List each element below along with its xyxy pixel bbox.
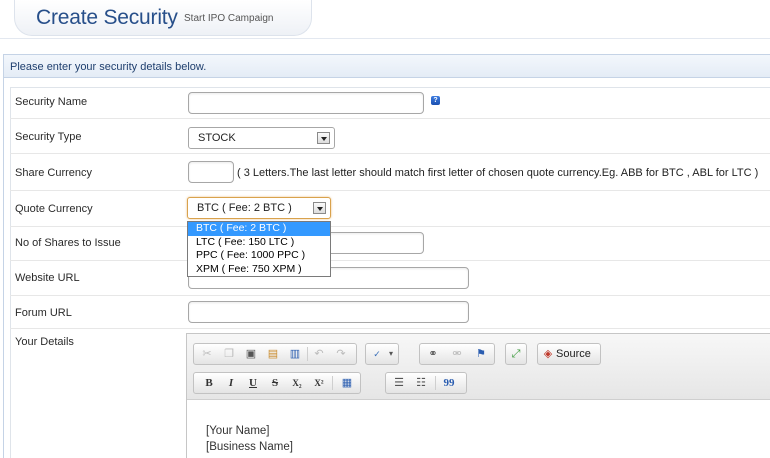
share-currency-input[interactable]	[188, 161, 234, 183]
toolbar-divider	[332, 376, 333, 390]
security-name-label: Security Name	[15, 96, 88, 108]
clipboard-group: ✂ ❐ ▣ ▤ ▥ ↶ ↷	[193, 343, 357, 365]
list-group: ☰ ☷ 99	[385, 372, 467, 394]
instruction-text: Please enter your security details below…	[4, 55, 770, 78]
strike-icon[interactable]: S	[268, 376, 282, 390]
share-currency-hint: ( 3 Letters.The last letter should match…	[237, 167, 759, 179]
redo-icon[interactable]: ↷	[334, 347, 348, 361]
underline-icon[interactable]: U	[246, 376, 260, 390]
quote-currency-value: BTC ( Fee: 2 BTC )	[197, 202, 292, 214]
bulleted-list-icon[interactable]: ☷	[414, 376, 428, 390]
remove-format-icon[interactable]: ▦	[340, 376, 354, 390]
row-website-url: Website URL	[10, 261, 770, 296]
row-quote-currency: Quote Currency	[10, 191, 770, 227]
page-title: Create Security	[36, 6, 178, 29]
maximize-group: ⤢	[505, 343, 527, 365]
quote-currency-label: Quote Currency	[15, 203, 93, 215]
help-icon[interactable]: ?	[431, 96, 440, 105]
forum-url-input[interactable]	[188, 301, 469, 323]
subscript-icon[interactable]: X₂	[290, 376, 304, 390]
cut-icon[interactable]: ✂	[200, 347, 214, 361]
source-button[interactable]: ◈ Source	[537, 343, 601, 365]
toolbar-divider	[307, 347, 308, 361]
forum-url-label: Forum URL	[15, 307, 72, 319]
row-shares-to-issue: No of Shares to Issue	[10, 227, 770, 261]
row-forum-url: Forum URL	[10, 296, 770, 329]
header-divider	[0, 38, 770, 39]
security-type-label: Security Type	[15, 131, 82, 143]
source-icon: ◈	[543, 348, 553, 360]
undo-icon[interactable]: ↶	[312, 347, 326, 361]
security-type-select[interactable]: STOCK	[188, 127, 335, 149]
toolbar-divider	[435, 376, 436, 390]
chevron-down-icon[interactable]: ▾	[384, 347, 398, 361]
numbered-list-icon[interactable]: ☰	[392, 376, 406, 390]
share-currency-label: Share Currency	[15, 167, 93, 179]
paste-word-icon[interactable]: ▥	[288, 347, 302, 361]
link-group: ⚭ ⚮ ⚑	[419, 343, 495, 365]
chevron-down-icon[interactable]	[313, 202, 326, 214]
source-label: Source	[556, 348, 591, 360]
maximize-icon[interactable]: ⤢	[509, 347, 523, 361]
blockquote-icon[interactable]: 99	[442, 376, 456, 390]
paste-icon[interactable]: ▣	[244, 347, 258, 361]
row-security-name: Security Name	[10, 87, 770, 119]
row-security-type: Security Type	[10, 119, 770, 154]
spellcheck-group: ✓ ▾	[365, 343, 399, 365]
dropdown-option-ppc[interactable]: PPC ( Fee: 1000 PPC )	[188, 249, 330, 263]
quote-currency-dropdown: BTC ( Fee: 2 BTC ) LTC ( Fee: 150 LTC ) …	[187, 221, 331, 277]
quote-currency-select[interactable]: BTC ( Fee: 2 BTC )	[187, 197, 331, 219]
anchor-icon[interactable]: ⚑	[474, 347, 488, 361]
dropdown-option-btc[interactable]: BTC ( Fee: 2 BTC )	[188, 222, 330, 236]
editor-toolbar: ✂ ❐ ▣ ▤ ▥ ↶ ↷ ✓ ▾ ⚭ ⚮ ⚑ ⤢ ◈ Source B I U…	[187, 334, 770, 400]
website-url-label: Website URL	[15, 272, 80, 284]
dropdown-option-ltc[interactable]: LTC ( Fee: 150 LTC )	[188, 236, 330, 250]
italic-icon[interactable]: I	[224, 376, 238, 390]
format-group: B I U S X₂ X² ▦	[193, 372, 361, 394]
unlink-icon[interactable]: ⚮	[450, 347, 464, 361]
editor-line: [Your Name]	[206, 425, 270, 437]
spellcheck-icon[interactable]: ✓	[370, 347, 384, 361]
link-icon[interactable]: ⚭	[426, 347, 440, 361]
dropdown-option-xpm[interactable]: XPM ( Fee: 750 XPM )	[188, 263, 330, 277]
page-subtitle: Start IPO Campaign	[184, 13, 274, 24]
paste-text-icon[interactable]: ▤	[266, 347, 280, 361]
shares-to-issue-label: No of Shares to Issue	[15, 237, 121, 249]
your-details-label: Your Details	[15, 336, 74, 348]
editor-line: [Business Name]	[206, 441, 293, 453]
security-type-value: STOCK	[198, 132, 236, 144]
security-name-input[interactable]	[188, 92, 424, 114]
chevron-down-icon[interactable]	[317, 132, 330, 144]
editor-content[interactable]: [Your Name] [Business Name]	[206, 423, 293, 455]
copy-icon[interactable]: ❐	[222, 347, 236, 361]
superscript-icon[interactable]: X²	[312, 376, 326, 390]
details-editor: ✂ ❐ ▣ ▤ ▥ ↶ ↷ ✓ ▾ ⚭ ⚮ ⚑ ⤢ ◈ Source B I U…	[186, 333, 770, 458]
bold-icon[interactable]: B	[202, 376, 216, 390]
